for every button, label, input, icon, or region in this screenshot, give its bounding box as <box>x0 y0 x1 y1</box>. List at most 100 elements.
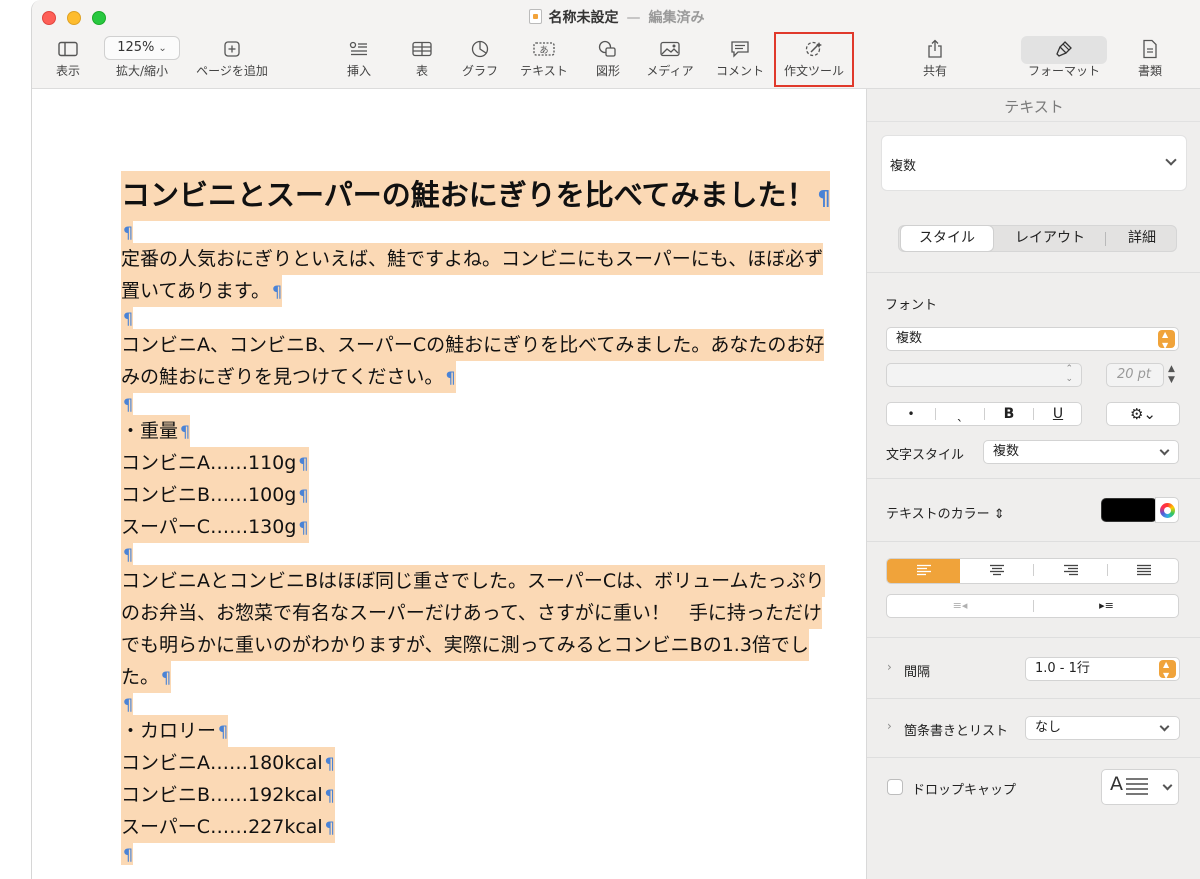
text-line[interactable]: みの鮭おにぎりを見つけてください。 ¶ <box>121 361 456 393</box>
spacing-popup[interactable]: 1.0 - 1行 <box>1025 654 1180 687</box>
table-button[interactable]: 表 <box>402 36 442 86</box>
media-button[interactable]: メディア <box>642 36 698 86</box>
justify-button[interactable] <box>1108 559 1179 583</box>
writing-tools-label: 作文ツール <box>783 64 844 78</box>
bullet-button[interactable]: • <box>887 403 935 425</box>
format-inspector: テキスト 複数 スタイル レイアウト 詳細 フォント 複数 ⌃⌄ 20 pt ▲… <box>866 89 1200 879</box>
text-line[interactable]: コンビニA……180kcal ¶ <box>121 747 335 779</box>
italic-button[interactable]: ˎ <box>936 403 984 425</box>
chart-button[interactable]: グラフ <box>456 36 504 86</box>
pages-window: 名称未設定 — 編集済み 表示 125% ⌄ 拡大/縮小 ページを追加 挿入 表… <box>31 0 1200 879</box>
comment-button[interactable]: コメント <box>710 36 770 86</box>
bullets-label: 箇条書きとリスト <box>904 724 1009 739</box>
line-text: ・カロリー <box>121 720 217 742</box>
line-text: スーパーC……130g <box>121 516 297 538</box>
toolbar: 名称未設定 — 編集済み 表示 125% ⌄ 拡大/縮小 ページを追加 挿入 表… <box>32 0 1200 89</box>
align-right-icon <box>1063 564 1078 576</box>
empty-paragraph[interactable]: ¶ <box>121 307 134 329</box>
document-label: 書類 <box>1137 64 1162 78</box>
font-family-popup[interactable]: 複数 <box>886 324 1179 357</box>
advanced-options-button[interactable]: ⚙⌄ <box>1106 402 1180 426</box>
document-button[interactable]: 書類 <box>1130 36 1170 86</box>
text-line[interactable]: コンビニAとコンビニBはほぼ同じ重さでした。スーパーCは、ボリュームたっぷり <box>121 565 825 597</box>
line-text: コンビニA……180kcal <box>121 752 323 774</box>
tab-more[interactable]: 詳細 <box>1109 226 1175 251</box>
pilcrow-mark: ¶ <box>298 518 309 537</box>
zoom-dropdown[interactable]: 125% ⌄ <box>104 36 180 60</box>
empty-paragraph[interactable]: ¶ <box>121 543 134 565</box>
align-center-button[interactable] <box>960 559 1033 583</box>
add-page-button[interactable]: ページを追加 <box>192 36 272 86</box>
text-line[interactable]: コンビニA、コンビニB、スーパーCの鮭おにぎりを比べてみました。あなたのお好 <box>121 329 825 361</box>
document-body[interactable]: コンビニとスーパーの鮭おにぎりを比べてみました！ ¶ ¶ 定番の人気おにぎりといえ… <box>121 171 861 865</box>
text-line[interactable]: コンビニB……192kcal ¶ <box>121 779 335 811</box>
text-line[interactable]: スーパーC……130g ¶ <box>121 511 309 543</box>
text-line[interactable]: ・重量 ¶ <box>121 415 191 447</box>
disclosure-arrow-icon[interactable]: › <box>887 660 892 674</box>
increase-indent-button[interactable]: ▸≡ <box>1034 595 1179 617</box>
shape-label: 図形 <box>595 64 620 78</box>
empty-paragraph[interactable]: ¶ <box>121 693 134 715</box>
writing-tools-button[interactable]: 作文ツール <box>778 36 850 86</box>
text-line[interactable]: 置いてあります。 ¶ <box>121 275 283 307</box>
text-line[interactable]: 定番の人気おにぎりといえば、鮭ですよね。コンビニにもスーパーにも、ほぼ必ず <box>121 243 824 275</box>
shape-button[interactable]: 図形 <box>588 36 628 86</box>
font-size-stepper[interactable]: ▲ ▼ <box>1168 364 1175 386</box>
text-line[interactable]: コンビニA……110g ¶ <box>121 447 309 479</box>
title-text: コンビニとスーパーの鮭おにぎりを比べてみました！ <box>121 178 816 212</box>
pilcrow-mark: ¶ <box>123 395 134 414</box>
dropcap-lines-icon <box>1126 778 1148 798</box>
insert-button[interactable]: 挿入 <box>339 36 379 86</box>
bullets-value: なし <box>1035 720 1062 735</box>
underline-button[interactable]: U <box>1034 403 1082 425</box>
bullets-popup[interactable]: なし <box>1025 716 1180 740</box>
text-button[interactable]: あ テキスト <box>516 36 572 86</box>
pie-chart-icon <box>456 36 504 60</box>
add-page-label: ページを追加 <box>196 64 268 78</box>
zoom-control[interactable]: 125% ⌄ 拡大/縮小 <box>102 36 182 86</box>
dropcap-style-popup[interactable]: A <box>1101 769 1179 805</box>
align-left-button[interactable] <box>887 559 960 583</box>
pilcrow-mark: ¶ <box>123 223 134 242</box>
document-canvas[interactable]: コンビニとスーパーの鮭おにぎりを比べてみました！ ¶ ¶ 定番の人気おにぎりといえ… <box>32 89 866 879</box>
text-line[interactable]: ・カロリー ¶ <box>121 715 229 747</box>
dropcap-checkbox[interactable] <box>887 779 903 795</box>
pilcrow-mark: ¶ <box>324 754 335 773</box>
text-color-label[interactable]: テキストのカラー ⇕ <box>886 503 1005 522</box>
text-line[interactable]: コンビニB……100g ¶ <box>121 479 309 511</box>
paragraph-style-popup[interactable]: 複数 <box>881 135 1187 191</box>
color-picker-button[interactable] <box>1155 497 1179 523</box>
format-button[interactable]: フォーマット <box>1022 36 1106 86</box>
text-line[interactable]: スーパーC……227kcal ¶ <box>121 811 335 843</box>
align-right-button[interactable] <box>1034 559 1107 583</box>
popup-arrows-icon <box>1158 324 1175 357</box>
character-style-popup[interactable]: 複数 <box>983 440 1179 464</box>
document-title[interactable]: コンビニとスーパーの鮭おにぎりを比べてみました！ ¶ <box>121 171 831 221</box>
document-name[interactable]: 名称未設定 <box>549 10 619 26</box>
tab-layout[interactable]: レイアウト <box>999 226 1101 251</box>
tab-style[interactable]: スタイル <box>901 226 993 251</box>
zoom-value: 125% <box>117 40 155 55</box>
text-line[interactable]: でも明らかに重いのがわかりますが、実際に測ってみるとコンビニBの1.3倍でし <box>121 629 809 661</box>
empty-paragraph[interactable]: ¶ <box>121 393 134 415</box>
font-size-field[interactable]: 20 pt <box>1106 363 1164 387</box>
text-color-well[interactable] <box>1101 498 1157 522</box>
bold-button[interactable]: B <box>985 403 1033 425</box>
color-wheel-icon <box>1160 503 1175 518</box>
writing-tools-icon <box>778 36 850 60</box>
share-button[interactable]: 共有 <box>915 36 955 86</box>
view-button[interactable]: 表示 <box>48 36 88 86</box>
share-label: 共有 <box>922 64 947 78</box>
divider <box>867 698 1200 699</box>
empty-paragraph[interactable]: ¶ <box>121 221 134 243</box>
text-line[interactable]: た。 ¶ <box>121 661 172 693</box>
text-line[interactable]: のお弁当、お惣菜で有名なスーパーだけあって、さすがに重い！ 手に持っただけ <box>121 597 822 629</box>
empty-paragraph[interactable]: ¶ <box>121 843 134 865</box>
paintbrush-icon <box>1022 36 1106 60</box>
decrease-indent-button[interactable]: ≡◂ <box>887 595 1033 617</box>
divider <box>867 637 1200 638</box>
pilcrow-mark: ¶ <box>123 695 134 714</box>
font-section-label: フォント <box>885 298 938 313</box>
disclosure-arrow-icon[interactable]: › <box>887 719 892 733</box>
pilcrow-mark: ¶ <box>123 309 134 328</box>
